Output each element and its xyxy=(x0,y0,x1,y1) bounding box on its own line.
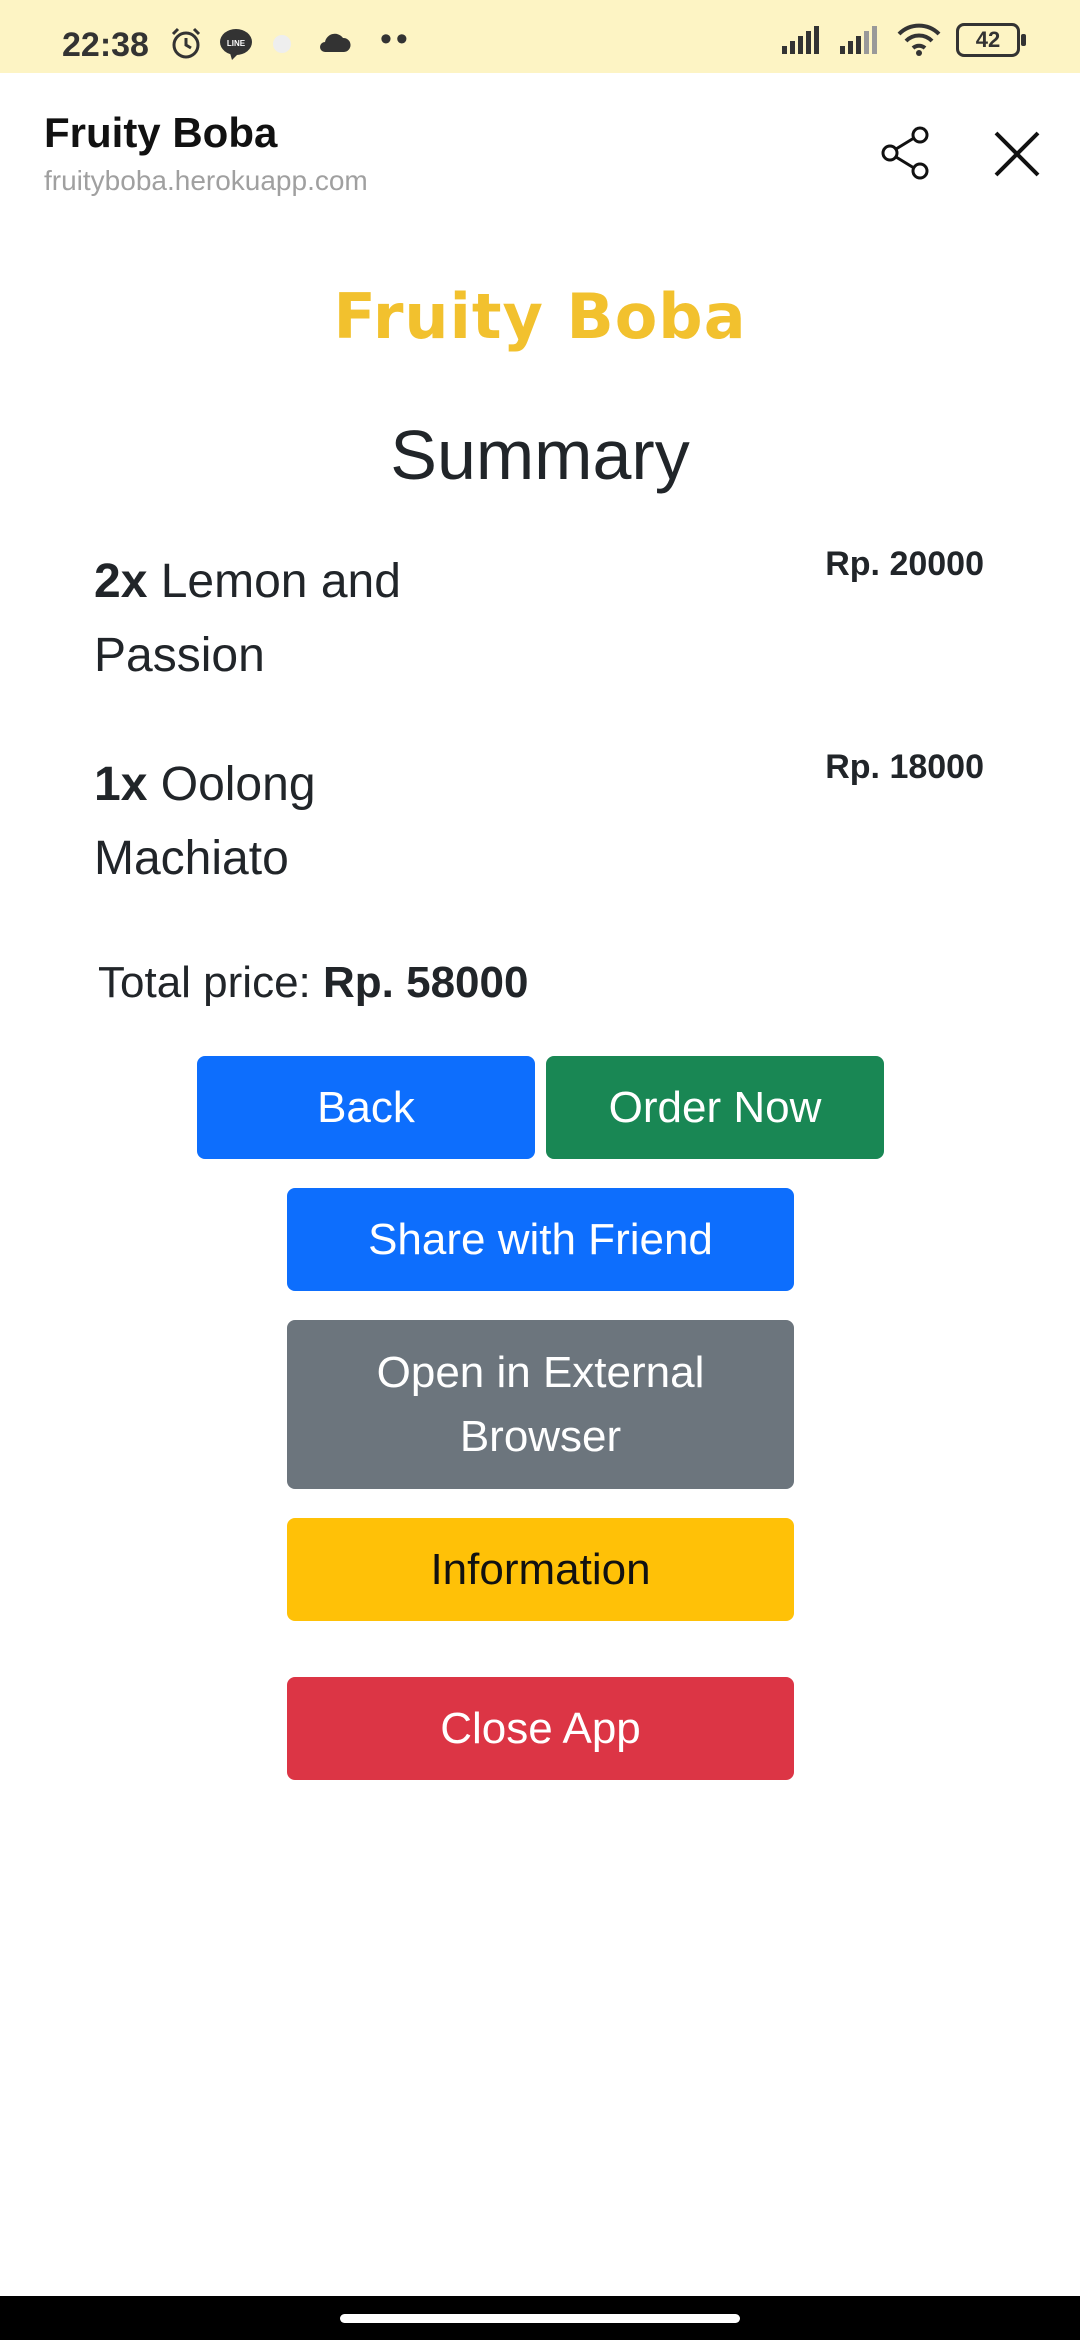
item-quantity: 2x xyxy=(94,555,148,608)
signal-icon xyxy=(840,26,877,54)
total-price-label: Total price: xyxy=(98,958,311,1007)
brand-logo-text: Fruity Boba xyxy=(333,280,747,353)
item-description: 2x Lemon and Passion xyxy=(94,545,514,693)
item-quantity: 1x xyxy=(94,758,148,811)
browser-url: fruityboba.herokuapp.com xyxy=(44,165,368,196)
line-icon: LINE xyxy=(220,29,252,60)
information-button[interactable]: Information xyxy=(287,1518,794,1621)
order-item: 2x Lemon and Passion Rp. 20000 xyxy=(94,545,984,693)
browser-title: Fruity Boba xyxy=(44,109,278,156)
back-button[interactable]: Back xyxy=(197,1056,535,1159)
system-navigation-bar xyxy=(0,2296,1080,2340)
close-icon[interactable] xyxy=(990,127,1044,181)
share-icon[interactable] xyxy=(876,123,936,183)
battery-level: 42 xyxy=(975,27,1001,52)
item-price: Rp. 18000 xyxy=(825,748,984,786)
signal-icon xyxy=(782,26,819,54)
status-bar: 22:38 LINE •• 42 xyxy=(0,0,1080,73)
open-external-browser-button[interactable]: Open in External Browser xyxy=(287,1320,794,1489)
wifi-icon xyxy=(897,23,941,56)
home-gesture-handle[interactable] xyxy=(340,2314,740,2323)
close-app-button[interactable]: Close App xyxy=(287,1677,794,1780)
order-now-button[interactable]: Order Now xyxy=(546,1056,884,1159)
more-notifications-dots: •• xyxy=(380,20,412,58)
status-time: 22:38 xyxy=(62,26,149,64)
alarm-icon xyxy=(171,27,201,59)
total-price-value: Rp. 58000 xyxy=(323,958,529,1007)
share-with-friend-button[interactable]: Share with Friend xyxy=(287,1188,794,1291)
in-app-browser-header: Fruity Boba fruityboba.herokuapp.com xyxy=(0,73,1080,223)
item-description: 1x Oolong Machiato xyxy=(94,748,514,896)
item-price: Rp. 20000 xyxy=(825,545,984,583)
order-item: 1x Oolong Machiato Rp. 18000 xyxy=(94,748,984,896)
cloud-icon xyxy=(273,35,291,53)
battery-icon: 42 xyxy=(956,23,1026,57)
total-price: Total price: Rp. 58000 xyxy=(98,958,528,1008)
cloud-icon xyxy=(320,33,351,52)
page-title: Summary xyxy=(390,416,690,494)
svg-text:LINE: LINE xyxy=(227,39,246,48)
status-right-group: 42 xyxy=(780,22,1026,58)
